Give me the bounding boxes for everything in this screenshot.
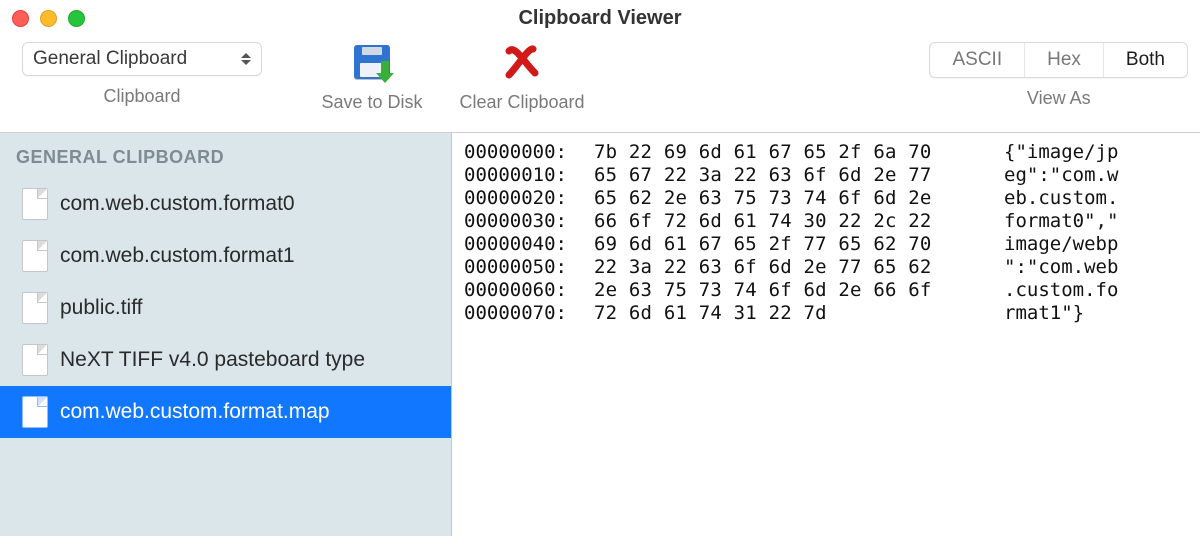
toolbar: General Clipboard Clipboard Save to Disk — [0, 36, 1200, 132]
hex-ascii: eg":"com.w — [1004, 164, 1118, 187]
clipboard-selector-group: General Clipboard Clipboard — [12, 42, 272, 107]
sidebar: GENERAL CLIPBOARD com.web.custom.format0… — [0, 133, 452, 536]
hex-ascii: format0"," — [1004, 210, 1118, 233]
sidebar-item-label: public.tiff — [60, 296, 143, 320]
file-icon — [22, 240, 48, 272]
hex-row: 00000070:72 6d 61 74 31 22 7drmat1"} — [464, 302, 1188, 325]
sidebar-item[interactable]: NeXT TIFF v4.0 pasteboard type — [4, 334, 447, 386]
save-to-disk-button[interactable] — [354, 42, 390, 82]
hex-offset: 00000030: — [464, 210, 594, 233]
hex-offset: 00000040: — [464, 233, 594, 256]
hex-ascii: .custom.fo — [1004, 279, 1118, 302]
sidebar-item-label: com.web.custom.format1 — [60, 244, 295, 268]
hex-bytes: 66 6f 72 6d 61 74 30 22 2c 22 — [594, 210, 1004, 233]
sidebar-item-label: com.web.custom.format.map — [60, 400, 330, 424]
hex-ascii: eb.custom. — [1004, 187, 1118, 210]
hex-ascii: {"image/jp — [1004, 141, 1118, 164]
red-x-brush-icon — [503, 45, 541, 79]
close-window-button[interactable] — [12, 10, 29, 27]
file-icon — [22, 292, 48, 324]
view-as-group: ASCII Hex Both View As — [929, 42, 1188, 109]
titlebar: Clipboard Viewer — [0, 0, 1200, 36]
hex-offset: 00000050: — [464, 256, 594, 279]
save-to-disk-label: Save to Disk — [321, 92, 422, 113]
hex-offset: 00000070: — [464, 302, 594, 325]
sidebar-section-header: GENERAL CLIPBOARD — [0, 141, 451, 178]
hex-bytes: 7b 22 69 6d 61 67 65 2f 6a 70 — [594, 141, 1004, 164]
zoom-window-button[interactable] — [68, 10, 85, 27]
updown-caret-icon — [241, 53, 251, 65]
clipboard-group-label: Clipboard — [103, 86, 180, 107]
hex-bytes: 65 62 2e 63 75 73 74 6f 6d 2e — [594, 187, 1004, 210]
sidebar-item-label: com.web.custom.format0 — [60, 192, 295, 216]
view-as-hex-button[interactable]: Hex — [1024, 43, 1103, 77]
file-icon — [22, 396, 48, 428]
hex-row: 00000040:69 6d 61 67 65 2f 77 65 62 70im… — [464, 233, 1188, 256]
hex-ascii: rmat1"} — [1004, 302, 1084, 325]
sidebar-item[interactable]: com.web.custom.format1 — [4, 230, 447, 282]
hex-row: 00000020:65 62 2e 63 75 73 74 6f 6d 2eeb… — [464, 187, 1188, 210]
clipboard-select[interactable]: General Clipboard — [22, 42, 262, 76]
hex-offset: 00000010: — [464, 164, 594, 187]
hex-ascii: image/webp — [1004, 233, 1118, 256]
view-as-label: View As — [1027, 88, 1091, 109]
view-as-both-button[interactable]: Both — [1103, 43, 1187, 77]
floppy-disk-download-icon — [354, 45, 390, 79]
sidebar-item[interactable]: com.web.custom.format0 — [4, 178, 447, 230]
hex-row: 00000050:22 3a 22 63 6f 6d 2e 77 65 62":… — [464, 256, 1188, 279]
clipboard-select-value: General Clipboard — [33, 48, 187, 70]
file-icon — [22, 344, 48, 376]
minimize-window-button[interactable] — [40, 10, 57, 27]
clear-clipboard-label: Clear Clipboard — [459, 92, 584, 113]
hex-bytes: 69 6d 61 67 65 2f 77 65 62 70 — [594, 233, 1004, 256]
clear-clipboard-button[interactable] — [503, 42, 541, 82]
content-area: GENERAL CLIPBOARD com.web.custom.format0… — [0, 132, 1200, 536]
save-to-disk-group: Save to Disk — [302, 42, 442, 113]
hex-ascii: ":"com.web — [1004, 256, 1118, 279]
clear-clipboard-group: Clear Clipboard — [442, 42, 602, 113]
hex-bytes: 72 6d 61 74 31 22 7d — [594, 302, 1004, 325]
view-as-ascii-button[interactable]: ASCII — [930, 43, 1024, 77]
hex-row: 00000010:65 67 22 3a 22 63 6f 6d 2e 77eg… — [464, 164, 1188, 187]
sidebar-item-label: NeXT TIFF v4.0 pasteboard type — [60, 348, 365, 372]
hex-bytes: 22 3a 22 63 6f 6d 2e 77 65 62 — [594, 256, 1004, 279]
hex-offset: 00000060: — [464, 279, 594, 302]
window-controls — [12, 10, 85, 27]
hex-viewer: 00000000:7b 22 69 6d 61 67 65 2f 6a 70{"… — [452, 133, 1200, 536]
hex-row: 00000000:7b 22 69 6d 61 67 65 2f 6a 70{"… — [464, 141, 1188, 164]
view-as-segmented-control: ASCII Hex Both — [929, 42, 1188, 78]
hex-offset: 00000020: — [464, 187, 594, 210]
sidebar-item[interactable]: com.web.custom.format.map — [0, 386, 451, 438]
hex-offset: 00000000: — [464, 141, 594, 164]
hex-row: 00000060:2e 63 75 73 74 6f 6d 2e 66 6f.c… — [464, 279, 1188, 302]
sidebar-item[interactable]: public.tiff — [4, 282, 447, 334]
hex-row: 00000030:66 6f 72 6d 61 74 30 22 2c 22fo… — [464, 210, 1188, 233]
hex-bytes: 2e 63 75 73 74 6f 6d 2e 66 6f — [594, 279, 1004, 302]
window-title: Clipboard Viewer — [0, 7, 1200, 30]
hex-bytes: 65 67 22 3a 22 63 6f 6d 2e 77 — [594, 164, 1004, 187]
file-icon — [22, 188, 48, 220]
